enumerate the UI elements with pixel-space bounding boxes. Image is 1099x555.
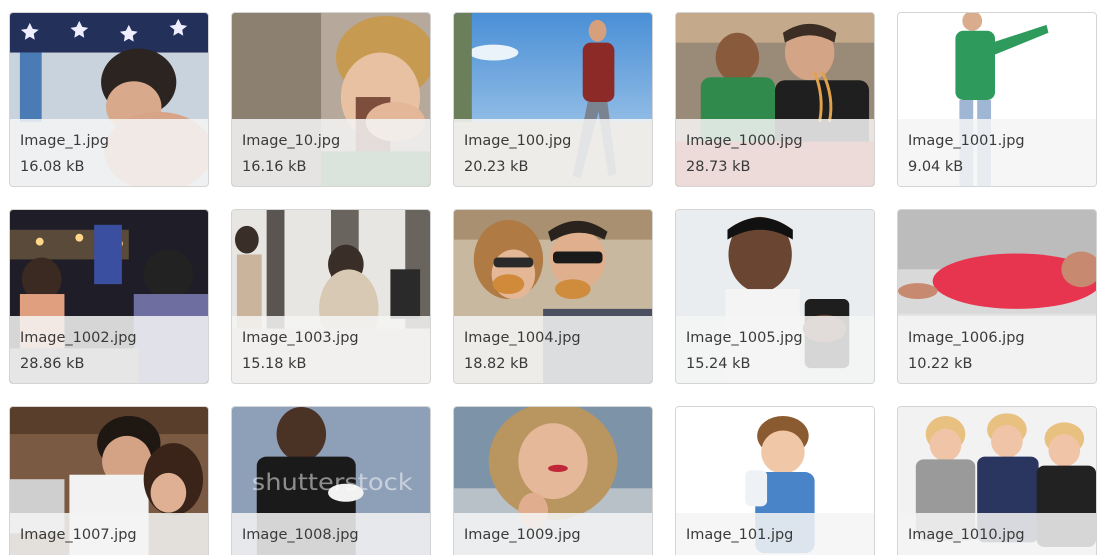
caption-overlay [232,119,430,186]
file-size: 16.08 kB [20,159,85,175]
watermark: shutterstock [252,468,414,496]
file-name: Image_1010.jpg [908,527,1025,543]
file-size: 28.86 kB [20,356,85,372]
file-size: 10.22 kB [908,356,973,372]
file-name: Image_1006.jpg [908,330,1025,346]
file-name: Image_1001.jpg [908,133,1025,149]
image-card[interactable]: Image_10.jpg 16.16 kB [231,12,431,187]
image-grid: Image_1.jpg 16.08 kB Image_10.jpg 16.16 … [0,0,1099,555]
file-name: Image_1009.jpg [464,527,581,543]
image-card[interactable]: Image_1007.jpg [9,406,209,555]
file-size: 9.04 kB [908,159,964,175]
image-card[interactable]: Image_1006.jpg 10.22 kB [897,209,1097,384]
image-card[interactable]: Image_100.jpg 20.23 kB [453,12,653,187]
file-size: 18.82 kB [464,356,529,372]
image-card[interactable]: Image_1001.jpg 9.04 kB [897,12,1097,187]
file-name: Image_1002.jpg [20,330,137,346]
file-name: Image_1003.jpg [242,330,359,346]
image-card[interactable]: Image_1.jpg 16.08 kB [9,12,209,187]
image-card[interactable]: shutterstock Image_1008.jpg [231,406,431,555]
image-card[interactable]: Image_1010.jpg [897,406,1097,555]
file-name: Image_1005.jpg [686,330,803,346]
file-name: Image_101.jpg [686,527,794,543]
caption-overlay [898,119,1096,186]
image-card[interactable]: Image_1000.jpg 28.73 kB [675,12,875,187]
file-size: 28.73 kB [686,159,751,175]
caption-overlay [10,316,208,383]
caption-overlay [232,316,430,383]
file-name: Image_100.jpg [464,133,572,149]
file-name: Image_1007.jpg [20,527,137,543]
caption-overlay [898,316,1096,383]
file-name: Image_1000.jpg [686,133,803,149]
file-size: 20.23 kB [464,159,529,175]
image-card[interactable]: Image_1009.jpg [453,406,653,555]
image-card[interactable]: Image_1005.jpg 15.24 kB [675,209,875,384]
image-card[interactable]: Image_1004.jpg 18.82 kB [453,209,653,384]
caption-overlay [454,119,652,186]
file-size: 15.18 kB [242,356,307,372]
file-name: Image_10.jpg [242,133,341,149]
caption-overlay [454,316,652,383]
caption-overlay [10,119,208,186]
image-card[interactable]: Image_1002.jpg 28.86 kB [9,209,209,384]
caption-overlay [676,119,874,186]
file-name: Image_1.jpg [20,133,109,149]
file-size: 15.24 kB [686,356,751,372]
file-name: Image_1008.jpg [242,527,359,543]
file-name: Image_1004.jpg [464,330,581,346]
image-card[interactable]: Image_1003.jpg 15.18 kB [231,209,431,384]
image-card[interactable]: Image_101.jpg [675,406,875,555]
caption-overlay [676,316,874,383]
file-size: 16.16 kB [242,159,307,175]
